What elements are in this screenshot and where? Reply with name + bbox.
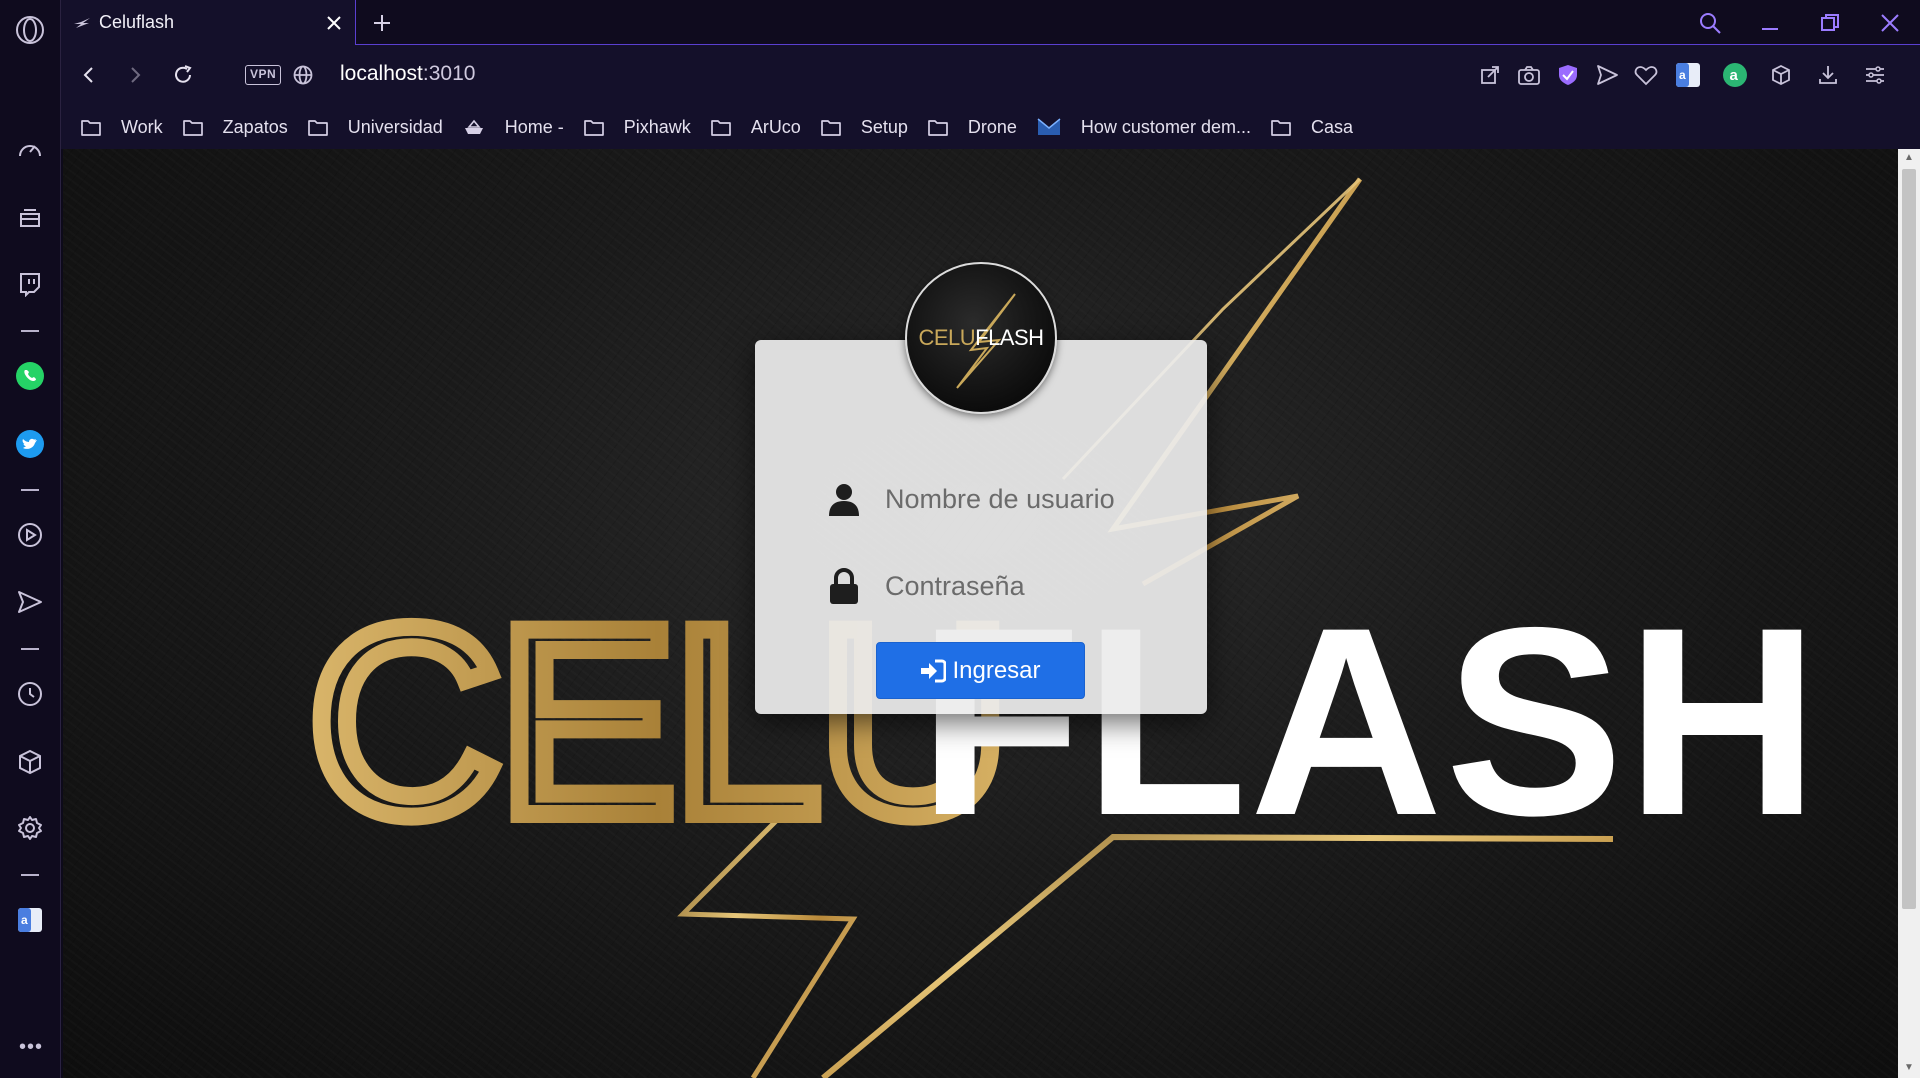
logo-text: CELUFLASH (918, 325, 1044, 351)
password-input[interactable] (885, 570, 1145, 602)
bookmark-item[interactable]: Casa (1271, 117, 1353, 138)
bolt-lower-stroke (821, 833, 1614, 1078)
workspaces-icon[interactable] (14, 202, 46, 234)
vpn-badge[interactable]: VPN (245, 65, 282, 85)
speed-dial-icon[interactable] (14, 134, 46, 166)
bookmark-item[interactable]: Universidad (307, 116, 443, 138)
twitter-icon[interactable] (14, 428, 46, 460)
url-port: :3010 (422, 62, 476, 85)
google-translate-icon[interactable]: a (1673, 60, 1703, 90)
history-icon[interactable] (14, 678, 46, 710)
svg-text:a: a (1679, 68, 1686, 82)
player-icon[interactable] (14, 519, 46, 551)
forward-arrow-icon[interactable] (119, 59, 151, 91)
tab-celuflash[interactable]: Celuflash (61, 0, 356, 46)
page-scrollbar[interactable]: ▲ ▼ (1898, 149, 1920, 1078)
bookmark-label: ArUco (750, 116, 801, 137)
bookmark-item[interactable]: Zapatos (182, 116, 288, 138)
search-tabs-icon[interactable] (1693, 6, 1727, 40)
download-icon[interactable] (1813, 60, 1843, 90)
scroll-down-icon[interactable]: ▼ (1903, 1063, 1915, 1073)
scroll-up-icon[interactable]: ▲ (1903, 153, 1915, 163)
url-field[interactable]: localhost:3010 (340, 62, 475, 86)
folder-icon (81, 118, 111, 136)
bookmark-label: Work (121, 116, 163, 137)
login-submit-button[interactable]: Ingresar (876, 642, 1085, 699)
opera-sidebar: a ••• (0, 0, 61, 1078)
whatsapp-icon[interactable] (14, 360, 46, 392)
tab-bar: Celuflash (61, 0, 1920, 46)
sidebar-divider (21, 648, 39, 650)
envelope-icon (1037, 117, 1071, 137)
sidebar-divider (21, 330, 39, 332)
bookmark-label: Casa (1310, 116, 1353, 137)
bookmark-item[interactable]: Pixhawk (583, 116, 691, 138)
amazon-assistant-icon[interactable]: a (1720, 60, 1750, 90)
restore-icon[interactable] (1813, 6, 1847, 40)
celuflash-logo: CELUFLASH (905, 262, 1057, 414)
sign-in-icon (921, 659, 947, 682)
bookmarks-bar: Work Zapatos Universidad Home - Pixhawk ArUco… (61, 105, 1920, 149)
back-arrow-icon[interactable] (73, 59, 105, 91)
bookmark-item[interactable]: Home - (463, 117, 564, 138)
extensions-icon[interactable] (14, 746, 46, 778)
bookmark-item[interactable]: ArUco (710, 116, 801, 138)
bookmark-label: How customer dem... (1080, 116, 1251, 137)
username-input[interactable] (885, 483, 1145, 515)
folder-icon (1271, 118, 1301, 136)
svg-text:a: a (1730, 67, 1739, 84)
boat-icon (463, 118, 495, 136)
close-window-icon[interactable] (1873, 6, 1907, 40)
adblock-shield-icon[interactable] (1553, 60, 1583, 90)
celuflash-favicon-icon (74, 17, 90, 28)
folder-icon (583, 118, 614, 136)
password-field (825, 561, 1145, 611)
sidebar-more-icon[interactable]: ••• (18, 1036, 44, 1062)
share-icon[interactable] (1475, 60, 1505, 90)
close-tab-icon[interactable] (319, 8, 349, 38)
svg-text:a: a (21, 913, 28, 927)
extensions-cube-icon[interactable] (1766, 60, 1796, 90)
heart-icon[interactable] (1631, 60, 1661, 90)
bookmark-label: Zapatos (222, 116, 288, 137)
folder-icon (820, 118, 851, 136)
reload-icon[interactable] (167, 59, 199, 91)
globe-icon[interactable] (287, 59, 319, 91)
bookmark-label: Drone (967, 116, 1017, 137)
address-bar: VPN localhost:3010 a a (61, 45, 1920, 105)
settings-gear-icon[interactable] (14, 812, 46, 844)
bookmark-item[interactable]: Work (81, 117, 163, 138)
scrollbar-thumb[interactable] (1902, 169, 1916, 909)
send-flow-icon[interactable] (1592, 60, 1622, 90)
translate-icon[interactable]: a (14, 904, 46, 936)
bookmark-item[interactable]: How customer dem... (1037, 117, 1251, 138)
bookmark-item[interactable]: Drone (928, 117, 1017, 138)
send-icon[interactable] (14, 586, 46, 618)
bookmark-item[interactable]: Setup (820, 116, 908, 138)
camera-snapshot-icon[interactable] (1514, 60, 1544, 90)
bookmark-label: Pixhawk (623, 116, 691, 137)
twitch-icon[interactable] (14, 268, 46, 300)
folder-icon (182, 118, 213, 136)
minimize-icon[interactable] (1753, 6, 1787, 40)
easy-setup-icon[interactable] (1860, 60, 1890, 90)
folder-icon (928, 118, 958, 136)
opera-menu-icon[interactable] (14, 14, 46, 46)
lock-icon (825, 568, 863, 604)
bookmark-label: Universidad (347, 116, 443, 137)
folder-icon (307, 118, 338, 136)
username-field (825, 474, 1145, 524)
sidebar-divider (21, 874, 39, 876)
login-submit-label: Ingresar (952, 656, 1041, 684)
logo-text-flash: FLASH (975, 325, 1044, 350)
tab-title: Celuflash (99, 12, 175, 32)
user-icon (825, 482, 863, 516)
url-host: localhost (340, 62, 423, 85)
folder-icon (710, 118, 741, 136)
logo-text-celu: CELU (918, 325, 976, 350)
bookmark-label: Setup (860, 116, 908, 137)
sidebar-divider (21, 489, 39, 491)
bookmark-label: Home - (504, 116, 564, 137)
new-tab-plus-icon[interactable] (367, 8, 397, 38)
